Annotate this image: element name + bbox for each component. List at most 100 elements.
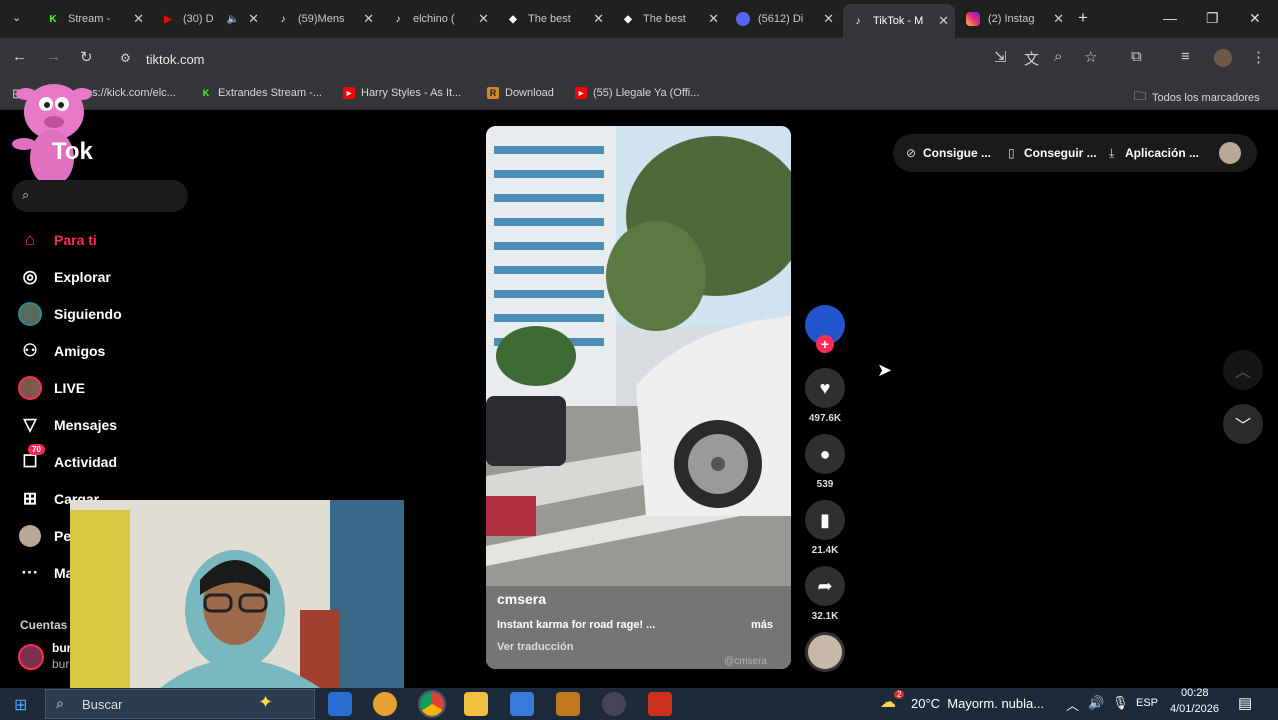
bookmark-harry-styles[interactable]: ▶ Harry Styles - As It... <box>343 87 461 99</box>
extensions-icon[interactable]: ⧉ <box>1131 48 1142 65</box>
translate-icon[interactable]: 文 <box>1024 48 1039 69</box>
coins-icon: ⊘ <box>906 146 917 160</box>
tab-tiktok-messages[interactable]: ♪ (59)Mens ✕ <box>268 6 380 32</box>
folder-icon: 🗀 <box>1134 89 1147 103</box>
tiktok-logo[interactable]: Tok <box>52 138 93 166</box>
video-description: Instant karma for road rage! ... más <box>497 619 773 631</box>
user-avatar[interactable] <box>1219 142 1241 164</box>
obs-icon[interactable] <box>602 692 626 716</box>
tab-elchino[interactable]: ♪ elchino ( ✕ <box>383 6 495 32</box>
like-button[interactable]: ♥ 497.6K <box>804 368 846 424</box>
account-avatar[interactable] <box>18 644 44 670</box>
account-name-1[interactable]: bur <box>52 641 71 655</box>
profile-avatar[interactable] <box>1214 49 1232 67</box>
star-icon[interactable]: ☆ <box>1084 48 1097 66</box>
tab-the-best-1[interactable]: ◆ The best ✕ <box>498 6 610 32</box>
account-name-2[interactable]: bur <box>52 657 69 671</box>
desktop-app-button[interactable]: Aplicación ... <box>1125 146 1199 160</box>
speaker-icon[interactable]: 🔈 <box>227 14 239 25</box>
bookmark-llegale-ya[interactable]: ▶ (55) Llegale Ya (Offi... <box>575 87 699 99</box>
bookmark-extrandes[interactable]: K Extrandes Stream -... <box>200 87 322 99</box>
close-tab-icon[interactable]: ✕ <box>1053 11 1064 27</box>
volume-icon[interactable]: 🔊 <box>1088 695 1104 711</box>
app-4-icon[interactable] <box>648 692 672 716</box>
store-icon[interactable] <box>510 692 534 716</box>
translate-link[interactable]: Ver traducción <box>497 641 787 653</box>
media-control-icon[interactable]: ≡ <box>1181 48 1190 65</box>
clock-date[interactable]: 4/01/2026 <box>1170 703 1219 715</box>
profile-icon <box>18 524 42 548</box>
restore-icon[interactable]: ❐ <box>1206 10 1219 27</box>
get-coins-button[interactable]: Consigue ... <box>923 146 991 160</box>
outlook-icon[interactable] <box>328 692 352 716</box>
more-link[interactable]: más <box>751 619 773 631</box>
tab-youtube[interactable]: ▶ (30) D 🔈 ✕ <box>153 6 265 32</box>
nav-explorar[interactable]: ◎ Explorar <box>18 265 111 289</box>
nav-para-ti[interactable]: ⌂ Para ti <box>18 228 97 252</box>
video-watermark: @cmsera <box>724 656 767 667</box>
close-tab-icon[interactable]: ✕ <box>708 11 719 27</box>
tab-discord[interactable]: (5612) Di ✕ <box>728 6 840 32</box>
sound-disc[interactable] <box>804 632 846 672</box>
notifications-icon[interactable]: ▤ <box>1238 694 1252 712</box>
close-tab-icon[interactable]: ✕ <box>363 11 374 27</box>
back-icon[interactable]: ← <box>12 48 27 65</box>
tab-stream[interactable]: K Stream - ✕ <box>38 6 150 32</box>
scroll-up-button[interactable]: ︿ <box>1223 350 1263 390</box>
tray-chevron-icon[interactable]: ︿ <box>1066 695 1079 714</box>
comment-count: 539 <box>816 479 834 490</box>
tab-search-icon[interactable]: ⌄ <box>12 11 21 24</box>
nav-perfil[interactable]: Pe <box>18 524 71 548</box>
tab-tiktok-active[interactable]: ♪ TikTok - M ✕ <box>843 4 955 38</box>
clock-time[interactable]: 00:28 <box>1181 687 1209 699</box>
bookmark-download[interactable]: R Download <box>487 87 554 99</box>
close-window-icon[interactable]: ✕ <box>1249 10 1261 27</box>
close-tab-icon[interactable]: ✕ <box>133 11 144 27</box>
all-bookmarks[interactable]: 🗀 Todos los marcadores <box>1134 87 1260 108</box>
scroll-down-button[interactable]: ﹀ <box>1223 404 1263 444</box>
close-tab-icon[interactable]: ✕ <box>823 11 834 27</box>
minimize-icon[interactable]: — <box>1163 10 1177 26</box>
mic-icon[interactable]: 🎙 <box>1112 695 1129 711</box>
share-button[interactable]: ➦ 32.1K <box>804 566 846 622</box>
address-bar[interactable] <box>112 44 1114 74</box>
site-info-icon[interactable]: ⚙ <box>120 51 131 65</box>
nav-siguiendo[interactable]: Siguiendo <box>18 302 122 326</box>
get-app-button[interactable]: Conseguir ... <box>1024 146 1097 160</box>
nav-mensajes[interactable]: ▽ Mensajes <box>18 413 117 437</box>
close-tab-icon[interactable]: ✕ <box>478 11 489 27</box>
nav-live[interactable]: LIVE <box>18 376 85 400</box>
video-player[interactable]: cmsera Instant karma for road rage! ... … <box>486 126 791 669</box>
tab-instagram[interactable]: (2) Instag ✕ <box>958 6 1070 32</box>
new-tab-icon[interactable]: + <box>1078 8 1088 28</box>
install-app-icon[interactable]: ⇲ <box>994 48 1007 66</box>
browser-toolbar: ← → ↻ ⚙ tiktok.com ⇲ 文 ⌕ ☆ ⧉ ≡ ⋮ <box>0 38 1278 80</box>
file-explorer-icon[interactable] <box>464 692 488 716</box>
menu-icon[interactable]: ⋮ <box>1251 48 1266 66</box>
close-tab-icon[interactable]: ✕ <box>248 11 259 27</box>
close-tab-icon[interactable]: ✕ <box>938 13 949 29</box>
bookmark-icon: ▮ <box>805 500 845 540</box>
windows-start-icon[interactable]: ⊞ <box>14 695 27 715</box>
reload-icon[interactable]: ↻ <box>80 48 93 66</box>
video-author[interactable]: cmsera <box>497 591 787 607</box>
language-indicator[interactable]: ESP <box>1136 697 1158 709</box>
app-icon[interactable] <box>556 692 580 716</box>
zoom-icon[interactable]: ⌕ <box>1054 48 1062 65</box>
url-text[interactable]: tiktok.com <box>146 52 205 67</box>
creator-avatar[interactable]: + <box>804 305 846 353</box>
chrome-icon[interactable] <box>418 690 446 718</box>
comment-button[interactable]: ● 539 <box>804 434 846 490</box>
follow-plus-icon[interactable]: + <box>816 335 834 353</box>
tab-the-best-2[interactable]: ◆ The best ✕ <box>613 6 725 32</box>
nav-mas[interactable]: ··· Ma <box>18 561 74 585</box>
close-tab-icon[interactable]: ✕ <box>593 11 604 27</box>
nav-amigos[interactable]: ⚇ Amigos <box>18 339 105 363</box>
taskbar-search[interactable]: ⌕ Buscar ✦ <box>45 689 315 719</box>
trophy-app-icon[interactable] <box>373 692 397 716</box>
forward-icon[interactable]: → <box>46 48 61 65</box>
nav-actividad[interactable]: ☐ 70 Actividad <box>18 444 117 474</box>
search-input[interactable]: ⌕ <box>12 180 188 212</box>
bookmark-button[interactable]: ▮ 21.4K <box>804 500 846 556</box>
weather-text[interactable]: 20°C Mayorm. nubla... <box>911 696 1044 711</box>
